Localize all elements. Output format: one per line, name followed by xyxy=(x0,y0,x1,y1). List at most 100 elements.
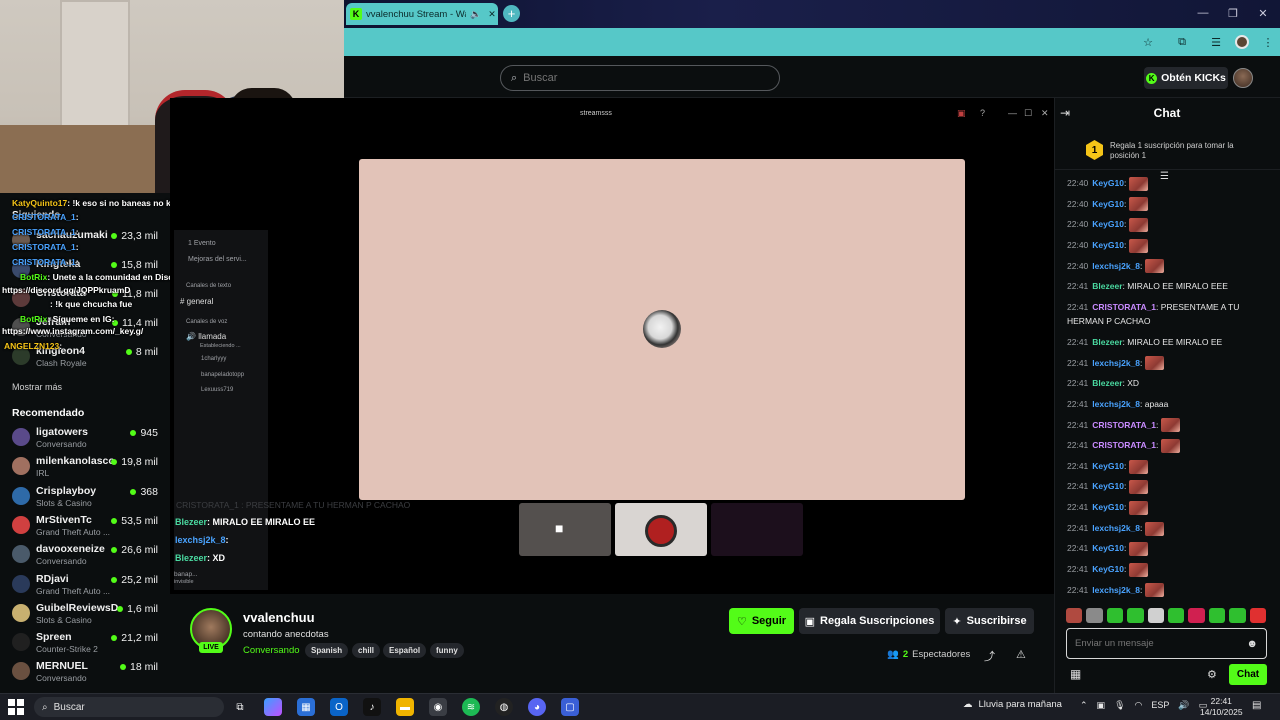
browser-profile-avatar[interactable] xyxy=(1235,35,1249,49)
chrome-icon[interactable]: ◉ xyxy=(429,698,447,716)
tiktok-icon[interactable]: ♪ xyxy=(363,698,381,716)
taskbar-search[interactable]: ⌕ Buscar xyxy=(34,697,224,717)
chat-message: 22:41 lexchsj2k_8: xyxy=(1067,583,1247,598)
task-view-icon[interactable]: ⧉ xyxy=(231,698,249,716)
minimize-button[interactable]: — xyxy=(1188,4,1218,22)
live-dot-icon xyxy=(111,517,118,524)
microphone-icon[interactable]: 🎙 xyxy=(1114,700,1125,711)
chat-username[interactable]: KeyG10 xyxy=(1092,178,1124,188)
chat-username[interactable]: KeyG10 xyxy=(1092,240,1124,250)
viewer-count: 👥 2 Espectadores xyxy=(887,649,970,660)
weather-widget[interactable]: ☁ Lluvia para mañana xyxy=(963,699,1062,710)
emote-icon[interactable] xyxy=(1127,608,1144,623)
chat-username[interactable]: CRISTORATA_1 xyxy=(1092,302,1156,312)
emote-icon[interactable] xyxy=(1147,608,1165,623)
get-kicks-button[interactable]: K Obtén KICKs xyxy=(1144,67,1228,89)
tab-close-icon[interactable]: ✕ xyxy=(486,9,498,20)
chat-username[interactable]: KeyG10 xyxy=(1092,543,1124,553)
collapse-chat-icon[interactable]: ⇥ xyxy=(1060,106,1070,120)
reading-list-icon[interactable]: ☰ xyxy=(1208,34,1224,50)
clock[interactable]: 22:41 14/10/2025 xyxy=(1200,696,1243,718)
stream-category[interactable]: Conversando xyxy=(243,645,300,656)
channel-list-item[interactable]: Crisplayboy Slots & Casino 368 xyxy=(12,485,162,513)
close-window-button[interactable]: ✕ xyxy=(1248,4,1278,22)
chat-send-button[interactable]: Chat xyxy=(1229,664,1267,685)
channel-list-item[interactable]: davooxeneize Conversando 26,6 mil xyxy=(12,543,162,571)
chat-username[interactable]: Blezeer xyxy=(1092,337,1122,347)
emote-icon[interactable] xyxy=(1188,608,1205,623)
search-input[interactable] xyxy=(523,72,754,84)
chat-username[interactable]: KeyG10 xyxy=(1092,461,1124,471)
channel-list-item[interactable]: MERNUEL Conversando 18 mil xyxy=(12,660,162,688)
gift-subs-button[interactable]: ▣ Regala Suscripciones xyxy=(799,608,940,634)
store-icon[interactable]: ▦ xyxy=(1070,667,1081,681)
channel-list-item[interactable]: ligatowers Conversando 945 xyxy=(12,426,162,454)
chat-username[interactable]: lexchsj2k_8 xyxy=(1092,523,1140,533)
browser-menu-icon[interactable]: ⋮ xyxy=(1260,34,1276,50)
tag-pill[interactable]: funny xyxy=(430,643,464,658)
chat-username[interactable]: KeyG10 xyxy=(1092,502,1124,512)
maximize-button[interactable]: ❐ xyxy=(1218,4,1248,22)
emote-icon[interactable] xyxy=(1229,608,1246,623)
tag-pill[interactable]: chill xyxy=(352,643,381,658)
spotify-icon[interactable]: ≋ xyxy=(462,698,480,716)
emote-icon[interactable] xyxy=(1168,608,1185,623)
tray-app-icon[interactable]: ▣ xyxy=(1097,700,1106,711)
chat-input[interactable] xyxy=(1075,638,1247,649)
channel-list-item[interactable]: GuibelReviewsD... Slots & Casino 1,6 mil xyxy=(12,602,162,630)
discord-icon[interactable]: ◕ xyxy=(528,698,546,716)
chat-username[interactable]: lexchsj2k_8 xyxy=(1092,399,1140,409)
chat-settings-icon[interactable]: ⚙ xyxy=(1207,668,1217,681)
star-icon[interactable]: ☆ xyxy=(1140,34,1156,50)
tag-pill[interactable]: Español xyxy=(383,643,427,658)
chat-username[interactable]: KeyG10 xyxy=(1092,219,1124,229)
emote-icon[interactable] xyxy=(1106,608,1124,623)
channel-list-item[interactable]: MrStivenTc Grand Theft Auto ... 53,5 mil xyxy=(12,514,162,542)
chat-username[interactable]: KeyG10 xyxy=(1092,564,1124,574)
extensions-icon[interactable]: ⧉ xyxy=(1174,34,1190,50)
channel-list-item[interactable]: RDjavi Grand Theft Auto ... 25,2 mil xyxy=(12,573,162,601)
chat-username[interactable]: Blezeer xyxy=(1092,378,1122,388)
notification-icon[interactable]: ▤ xyxy=(1252,700,1261,711)
chat-username[interactable]: lexchsj2k_8 xyxy=(1092,261,1140,271)
windows-start-icon[interactable] xyxy=(8,699,24,715)
chat-username[interactable]: CRISTORATA_1 xyxy=(1092,420,1156,430)
copilot-icon[interactable] xyxy=(264,698,282,716)
follow-button[interactable]: ♡ Seguir xyxy=(729,608,794,634)
emote-icon[interactable] xyxy=(1086,608,1103,623)
chevron-up-icon[interactable]: ⌃ xyxy=(1080,700,1088,711)
chat-username[interactable]: lexchsj2k_8 xyxy=(1092,358,1140,368)
channel-list-item[interactable]: milenkanolasco IRL 19,8 mil xyxy=(12,455,162,483)
channel-list-item[interactable]: Spreen Counter-Strike 2 21,2 mil xyxy=(12,631,162,659)
new-tab-button[interactable]: + xyxy=(503,5,520,22)
file-explorer-icon[interactable]: ▬ xyxy=(396,698,414,716)
share-icon[interactable]: ⤴ xyxy=(984,648,995,664)
chat-username[interactable]: CRISTORATA_1 xyxy=(1092,440,1156,450)
tag-pill[interactable]: Spanish xyxy=(305,643,349,658)
obs-icon[interactable]: ◍ xyxy=(495,698,513,716)
chat-username[interactable]: lexchsj2k_8 xyxy=(1092,585,1140,595)
browser-tab[interactable]: K vvalenchuu Stream - Watch 🔈 ✕ xyxy=(346,3,498,25)
outlook-icon[interactable]: O xyxy=(330,698,348,716)
chat-username[interactable]: KeyG10 xyxy=(1092,199,1124,209)
emote-icon[interactable] xyxy=(1208,608,1226,623)
store-app-icon[interactable]: ▦ xyxy=(297,698,315,716)
chat-username[interactable]: Blezeer xyxy=(1092,281,1122,291)
emoji-icon[interactable]: ☻ xyxy=(1246,638,1258,650)
chat-username[interactable]: KeyG10 xyxy=(1092,481,1124,491)
chat-input-box[interactable]: ☻ xyxy=(1066,628,1267,659)
show-more-link[interactable]: Mostrar más xyxy=(12,382,62,392)
language-indicator[interactable]: ESP xyxy=(1151,700,1169,711)
report-icon[interactable]: ⚠ xyxy=(1016,648,1026,661)
app-icon[interactable]: ▢ xyxy=(561,698,579,716)
emote-icon[interactable] xyxy=(1249,608,1267,623)
speaker-icon[interactable]: 🔈 xyxy=(470,9,482,20)
user-avatar[interactable] xyxy=(1233,68,1253,88)
subscribe-button[interactable]: ✦ Suscribirse xyxy=(945,608,1034,634)
speaker-icon[interactable]: 🔊 xyxy=(1178,700,1189,711)
search-box[interactable]: ⌕ xyxy=(500,65,780,91)
emote-icon[interactable] xyxy=(1066,608,1083,623)
channel-name[interactable]: vvalenchuu xyxy=(243,610,315,625)
chat-username: BotRix xyxy=(20,314,48,324)
wifi-icon[interactable]: ◠ xyxy=(1135,700,1143,711)
